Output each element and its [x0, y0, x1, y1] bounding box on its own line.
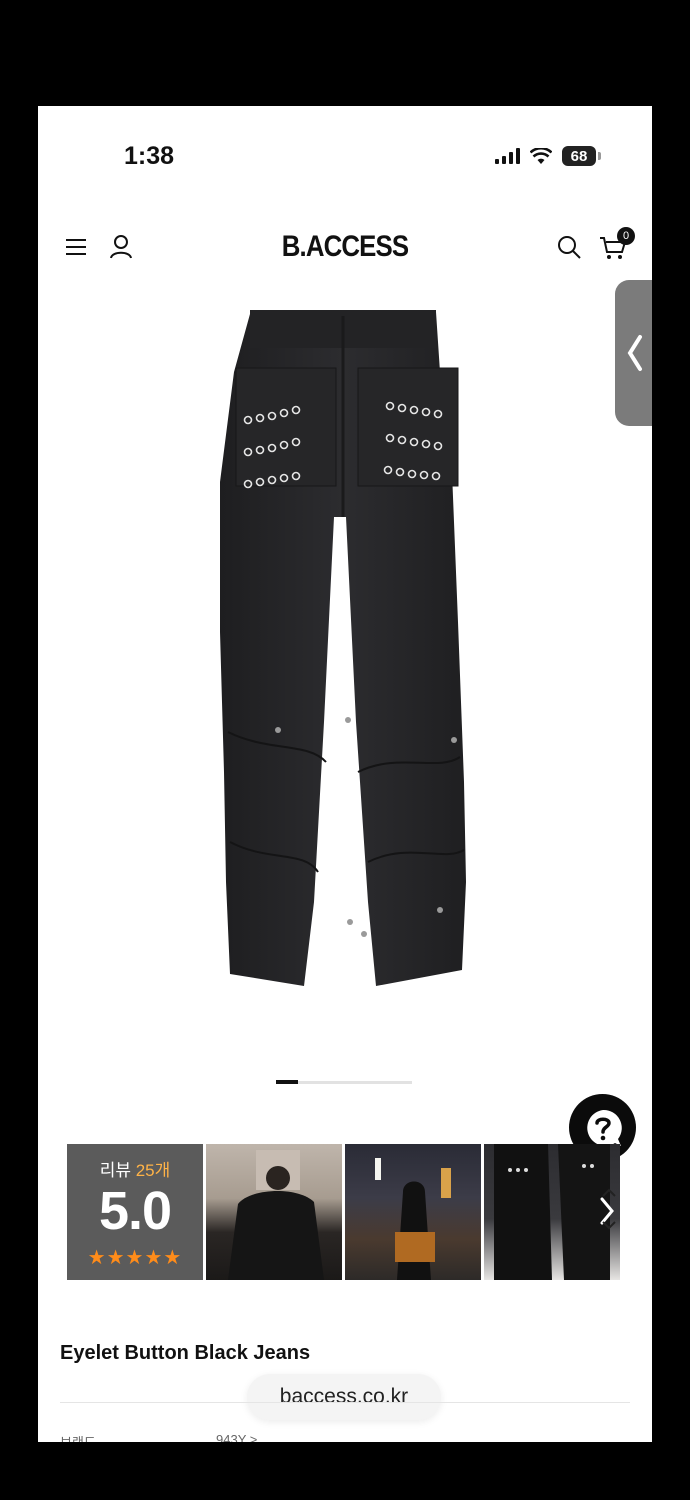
review-photo-art — [228, 1150, 324, 1280]
product-title: Eyelet Button Black Jeans — [60, 1342, 311, 1364]
review-photo[interactable] — [345, 1144, 481, 1280]
status-time: 1:38 — [124, 142, 175, 170]
review-strip: 리뷰 25개 5.0 ★★★★★ — [67, 1144, 620, 1280]
wifi-icon — [530, 147, 552, 164]
cellular-signal-icon — [495, 148, 520, 164]
review-stars: ★★★★★ — [87, 1247, 183, 1269]
image-slider-indicator — [276, 1080, 412, 1084]
review-photo[interactable] — [206, 1144, 342, 1280]
status-icons: 68 — [495, 146, 601, 166]
review-photo-art — [375, 1158, 451, 1280]
chevron-left-icon — [627, 335, 642, 371]
review-score: 5.0 — [98, 1181, 172, 1241]
brand-logo[interactable]: B.ACCESS — [81, 230, 609, 264]
side-drawer-tab[interactable] — [615, 280, 652, 426]
info-label: 브랜드 — [60, 1432, 96, 1442]
cart-count-badge: 0 — [617, 227, 635, 245]
question-chat-icon — [586, 1109, 622, 1146]
scroll-up-down-icon[interactable] — [600, 1186, 618, 1232]
battery-indicator: 68 — [562, 146, 601, 166]
product-image[interactable] — [208, 302, 478, 986]
info-value[interactable]: 943Y > — [216, 1432, 257, 1442]
review-count: 리뷰 25개 — [99, 1161, 171, 1180]
phone-screen: 1:38 68 B.ACCESS 0 리뷰 25개 5.0 ★★★★★ Eyel… — [38, 106, 652, 1442]
review-summary[interactable]: 리뷰 25개 5.0 ★★★★★ — [67, 1144, 203, 1280]
search-icon[interactable] — [556, 234, 582, 260]
slider-active-segment — [276, 1080, 298, 1084]
browser-url-bar[interactable]: baccess.co.kr — [247, 1374, 441, 1420]
divider — [60, 1402, 630, 1403]
